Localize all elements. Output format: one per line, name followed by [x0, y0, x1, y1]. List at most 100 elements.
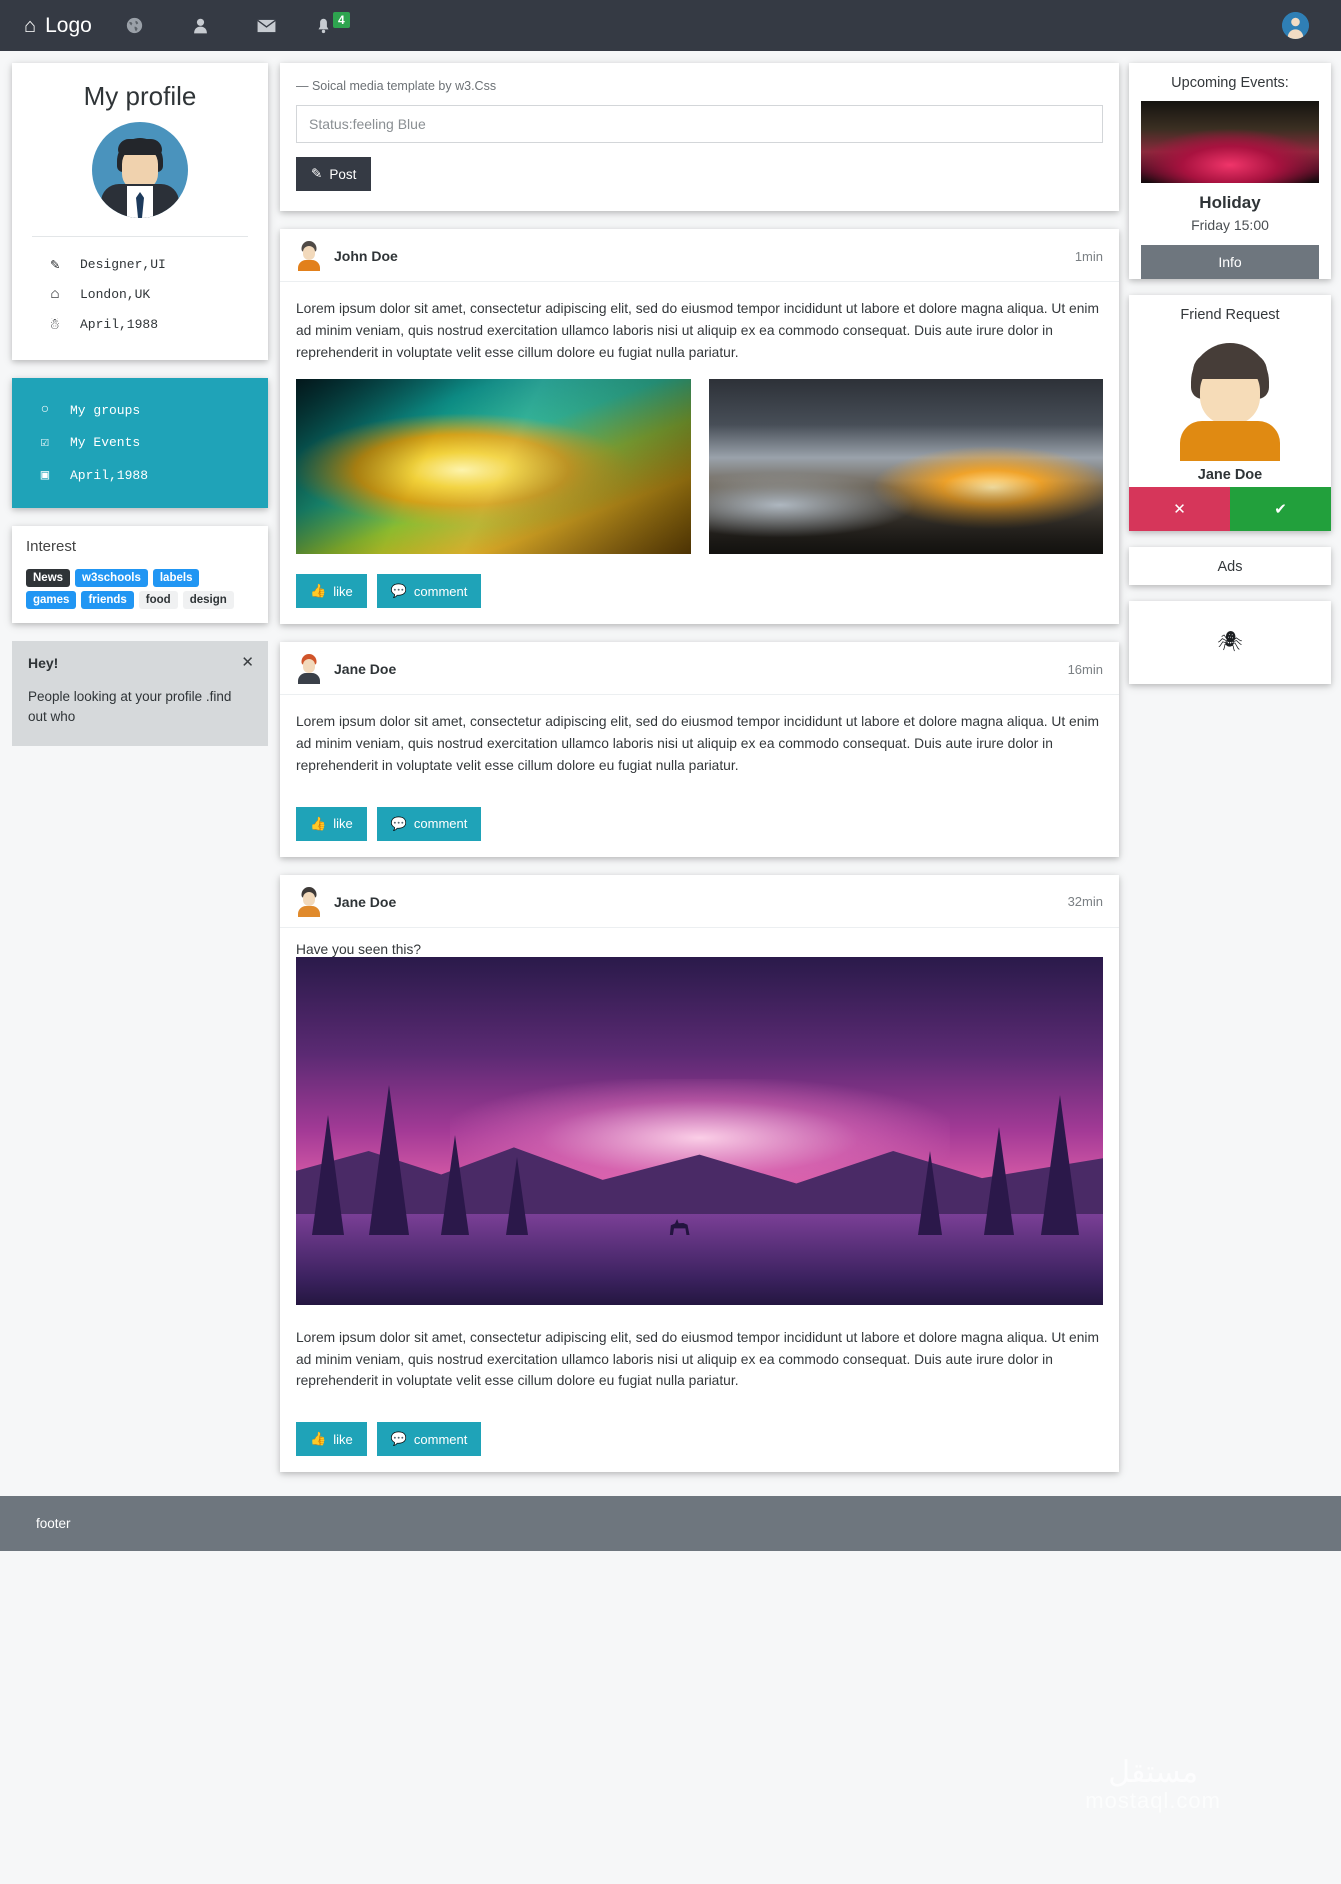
friend-request-card: Friend Request Jane Doe ✕ ✔ — [1129, 295, 1331, 531]
post-image-purple-night-forest-lake[interactable] — [296, 956, 1103, 1305]
profile-occupation-text: Designer,UI — [80, 257, 166, 272]
profile-views-alert: Hey! ✕ People looking at your profile .f… — [12, 641, 268, 746]
post-body-text: Lorem ipsum dolor sit amet, consectetur … — [296, 714, 1099, 773]
tag-food[interactable]: food — [138, 591, 178, 609]
author-avatar — [296, 654, 322, 685]
like-button[interactable]: 👍 like — [296, 806, 367, 841]
tree — [984, 1127, 1015, 1236]
sidebar-item-my-groups[interactable]: ○ My groups — [12, 394, 268, 426]
post-body-text: Lorem ipsum dolor sit amet, consectetur … — [296, 301, 1099, 360]
event-image[interactable] — [1141, 101, 1319, 183]
nav-messages-button[interactable] — [234, 0, 300, 51]
home-icon: ⌂ — [50, 286, 60, 303]
event-time: Friday 15:00 — [1191, 217, 1269, 233]
spider-icon[interactable]: 🕷 — [1129, 601, 1331, 684]
profile-info-location: ⌂ London,UK — [28, 280, 252, 309]
post-button[interactable]: ✎ Post — [296, 157, 372, 191]
comment-label: comment — [413, 1431, 468, 1447]
watermark-domain: mostaql.com — [1085, 1787, 1221, 1813]
watermark-arabic: مستقل — [1108, 1756, 1199, 1790]
sidebar-item-photos[interactable]: ▣ April,1988 — [12, 459, 268, 492]
upcoming-events-card: Upcoming Events: Holiday Friday 15:00 In… — [1129, 63, 1331, 279]
post-button-label: Post — [329, 166, 357, 182]
speech-bubble-icon: 💬 — [390, 583, 407, 599]
tag-w3schools[interactable]: w3schools — [75, 569, 148, 587]
pencil-icon: ✎ — [50, 257, 60, 274]
comment-button[interactable]: 💬 comment — [376, 806, 482, 841]
tag-design[interactable]: design — [182, 591, 234, 609]
tree — [1040, 1095, 1079, 1236]
tree — [505, 1157, 528, 1236]
comment-label: comment — [413, 816, 468, 832]
post-author-name[interactable]: Jane Doe — [334, 661, 396, 677]
post-image-aurora-wallpaper[interactable] — [296, 379, 691, 555]
tag-labels[interactable]: labels — [152, 569, 200, 587]
menu-card: ○ My groups ☑ My Events ▣ April,1988 — [12, 378, 268, 508]
post-header: Jane Doe 32min — [280, 875, 1119, 928]
tree — [368, 1085, 409, 1236]
post-header: Jane Doe 16min — [280, 642, 1119, 696]
post-author-name[interactable]: Jane Doe — [334, 894, 396, 910]
left-sidebar: My profile ✎ Designer,UI ⌂ London,UK ☃ A… — [0, 63, 280, 764]
footer-text: footer — [36, 1516, 71, 1532]
alert-body-text: People looking at your profile .find out… — [28, 689, 232, 725]
home-icon: ⌂ — [24, 14, 37, 37]
close-icon[interactable]: ✕ — [241, 653, 254, 671]
comment-button[interactable]: 💬 comment — [376, 574, 482, 609]
nav-globe-button[interactable] — [102, 0, 168, 51]
bell-icon — [318, 18, 329, 33]
accept-friend-button[interactable]: ✔ — [1230, 487, 1331, 531]
post-timestamp: 1min — [1074, 248, 1103, 264]
like-label: like — [333, 816, 353, 832]
alert-heading: Hey! — [28, 655, 59, 671]
main-feed: — Soical media template by w3.Css ✎ Post… — [280, 63, 1129, 1490]
divider — [32, 236, 248, 237]
profile-birthday-text: April,1988 — [80, 317, 159, 332]
tag-news[interactable]: News — [26, 569, 71, 587]
post-card: Jane Doe 32min Have you seen this? Lorem… — [280, 874, 1119, 1473]
brand-label: Logo — [45, 13, 92, 37]
post-card: Jane Doe 16min Lorem ipsum dolor sit ame… — [280, 642, 1119, 857]
birthday-cake-icon: ☃ — [50, 317, 60, 334]
friend-request-actions: ✕ ✔ — [1129, 487, 1331, 531]
profile-info-occupation: ✎ Designer,UI — [28, 249, 252, 280]
sidebar-item-label: My groups — [70, 402, 141, 418]
friend-name: Jane Doe — [1197, 467, 1263, 483]
status-input[interactable] — [296, 105, 1103, 143]
tree — [312, 1115, 345, 1236]
envelope-icon — [257, 19, 277, 32]
interest-tag-list: News w3schools labels games friends food… — [26, 569, 254, 609]
deny-friend-button[interactable]: ✕ — [1129, 487, 1230, 531]
post-header: John Doe 1min — [280, 229, 1119, 282]
post-actions: 👍 like 💬 comment — [280, 1408, 1119, 1472]
tag-games[interactable]: games — [26, 591, 77, 609]
post-image-row — [280, 379, 1119, 560]
like-button[interactable]: 👍 like — [296, 574, 367, 609]
speech-bubble-icon: 💬 — [390, 815, 407, 831]
post-author-name[interactable]: John Doe — [334, 248, 398, 264]
post-card: John Doe 1min Lorem ipsum dolor sit amet… — [280, 229, 1119, 625]
top-navbar: ⌂ Logo 4 — [0, 0, 1341, 51]
event-info-button[interactable]: Info — [1141, 245, 1319, 279]
brand-logo[interactable]: ⌂ Logo — [14, 14, 102, 38]
post-image-stormy-sunset-landscape[interactable] — [708, 379, 1103, 555]
like-label: like — [333, 1431, 353, 1447]
like-button[interactable]: 👍 like — [296, 1422, 367, 1457]
comment-button[interactable]: 💬 comment — [376, 1422, 482, 1457]
nav-profile-button[interactable] — [168, 0, 234, 51]
post-timestamp: 32min — [1067, 894, 1103, 910]
author-avatar — [296, 241, 322, 271]
tree — [441, 1135, 470, 1236]
sidebar-item-my-events[interactable]: ☑ My Events — [12, 426, 268, 459]
thumbs-up-icon: 👍 — [310, 1431, 327, 1447]
ads-content-card: 🕷 — [1129, 601, 1331, 684]
interest-title: Interest — [26, 538, 77, 555]
avatar-icon — [1282, 12, 1309, 39]
nav-notifications-button[interactable]: 4 — [300, 0, 366, 51]
interest-card: Interest News w3schools labels games fri… — [12, 526, 268, 623]
tag-friends[interactable]: friends — [81, 591, 134, 609]
user-avatar[interactable] — [1282, 12, 1309, 39]
ads-card: Ads — [1129, 547, 1331, 585]
calendar-check-icon: ☑ — [40, 435, 50, 451]
avatar-shirt — [298, 673, 320, 685]
